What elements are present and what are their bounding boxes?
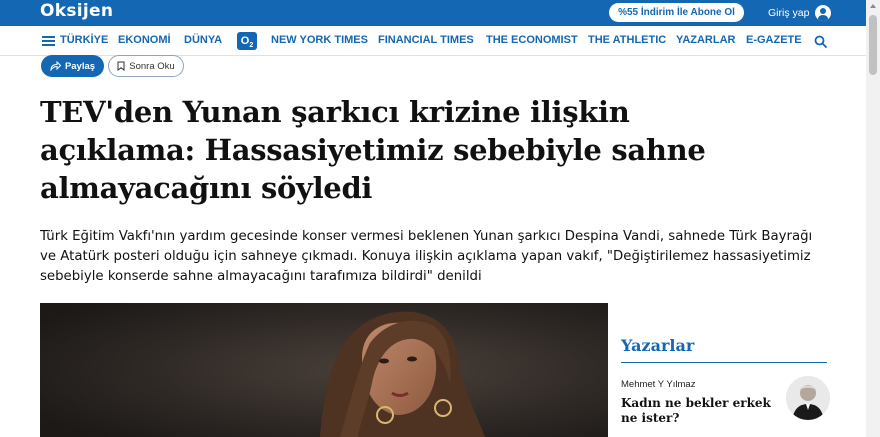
- site-logo[interactable]: Oksijen: [40, 1, 113, 21]
- nav-item-turkiye[interactable]: TÜRKİYE: [60, 34, 108, 46]
- search-icon[interactable]: [814, 35, 827, 48]
- author-avatar-image: [786, 376, 830, 420]
- author-article-title[interactable]: Kadın ne bekler erkek ne ister?: [621, 396, 771, 426]
- hamburger-icon[interactable]: [42, 36, 55, 46]
- read-later-button[interactable]: Sonra Oku: [108, 55, 184, 77]
- o2-badge-sub: 2: [249, 42, 254, 50]
- nav-item-dunya[interactable]: DÜNYA: [184, 34, 222, 46]
- share-button[interactable]: Paylaş: [41, 55, 104, 77]
- subscribe-button[interactable]: %55 İndirim İle Abone Ol: [609, 3, 744, 22]
- nav-item-the-economist[interactable]: THE ECONOMIST: [486, 34, 578, 46]
- login-label: Giriş yap: [768, 7, 810, 19]
- author-name[interactable]: Mehmet Y Yılmaz: [621, 379, 695, 390]
- login-button[interactable]: Giriş yap: [768, 0, 832, 26]
- article-photo-image: [40, 303, 608, 437]
- nav-item-the-athletic[interactable]: THE ATHLETIC: [588, 34, 666, 46]
- share-label: Paylaş: [64, 60, 96, 72]
- sidebar-divider: [621, 362, 827, 363]
- o2-badge[interactable]: O2: [237, 32, 257, 50]
- share-arrow-icon: [50, 61, 61, 71]
- article-summary: Türk Eğitim Vakfı'nın yardım gecesinde k…: [40, 229, 813, 284]
- nav-item-ekonomi[interactable]: EKONOMİ: [118, 34, 171, 46]
- nav-item-yazarlar[interactable]: YAZARLAR: [676, 34, 736, 46]
- author-avatar[interactable]: [786, 376, 830, 420]
- article-headline: TEV'den Yunan şarkıcı krizine ilişkin aç…: [40, 95, 706, 205]
- top-bar: Oksijen %55 İndirim İle Abone Ol Giriş y…: [0, 0, 866, 26]
- user-circle-icon: [815, 5, 832, 21]
- read-later-label: Sonra Oku: [129, 60, 175, 72]
- scroll-up-arrow-icon[interactable]: [870, 4, 876, 8]
- scrollbar[interactable]: [866, 0, 880, 437]
- article-photo: [40, 303, 608, 437]
- nav-item-e-gazete[interactable]: E-GAZETE: [746, 34, 802, 46]
- scrollbar-thumb[interactable]: [869, 15, 877, 75]
- bookmark-icon: [117, 61, 125, 71]
- nav-item-financial-times[interactable]: FINANCIAL TIMES: [378, 34, 474, 46]
- sidebar-title[interactable]: Yazarlar: [621, 336, 694, 355]
- nav-item-new-york-times[interactable]: NEW YORK TIMES: [271, 34, 368, 46]
- main-nav: TÜRKİYE EKONOMİ DÜNYA O2 NEW YORK TIMES …: [0, 26, 866, 56]
